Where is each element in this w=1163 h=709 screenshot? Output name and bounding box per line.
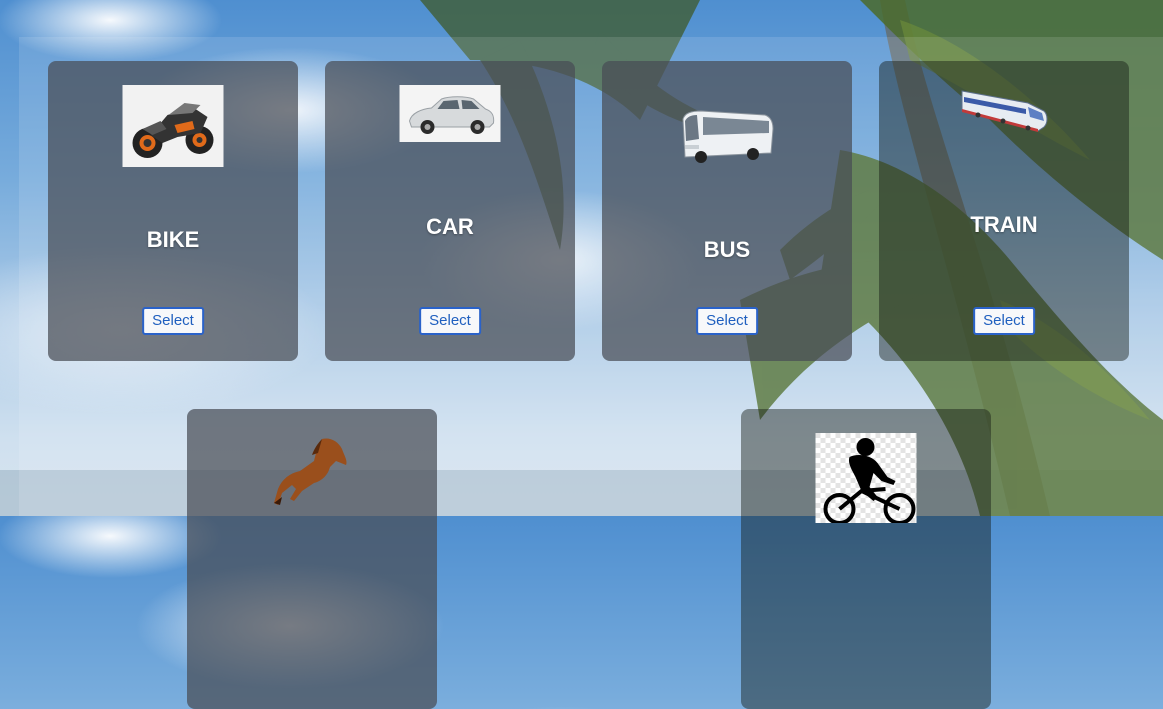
card-cyclist (741, 409, 991, 709)
card-car: CAR Select (325, 61, 575, 361)
train-image (961, 90, 1048, 132)
card-bus: BUS Select (602, 61, 852, 361)
card-bike: BIKE Select (48, 61, 298, 361)
car-image (399, 85, 501, 142)
card-title: BIKE (146, 227, 200, 252)
bus-image (682, 110, 774, 163)
card-title: TRAIN (970, 212, 1038, 237)
horse-image (274, 438, 347, 505)
select-bus-button[interactable]: Select (696, 307, 758, 335)
card-horse (187, 409, 437, 709)
cyclist-silhouette-image (815, 433, 917, 523)
select-train-button[interactable]: Select (973, 307, 1035, 335)
card-title: CAR (426, 214, 474, 239)
card-title: BUS (703, 237, 751, 262)
motorcycle-image (122, 85, 224, 167)
select-bike-button[interactable]: Select (142, 307, 204, 335)
select-car-button[interactable]: Select (419, 307, 481, 335)
card-train: TRAIN Select (879, 61, 1129, 361)
